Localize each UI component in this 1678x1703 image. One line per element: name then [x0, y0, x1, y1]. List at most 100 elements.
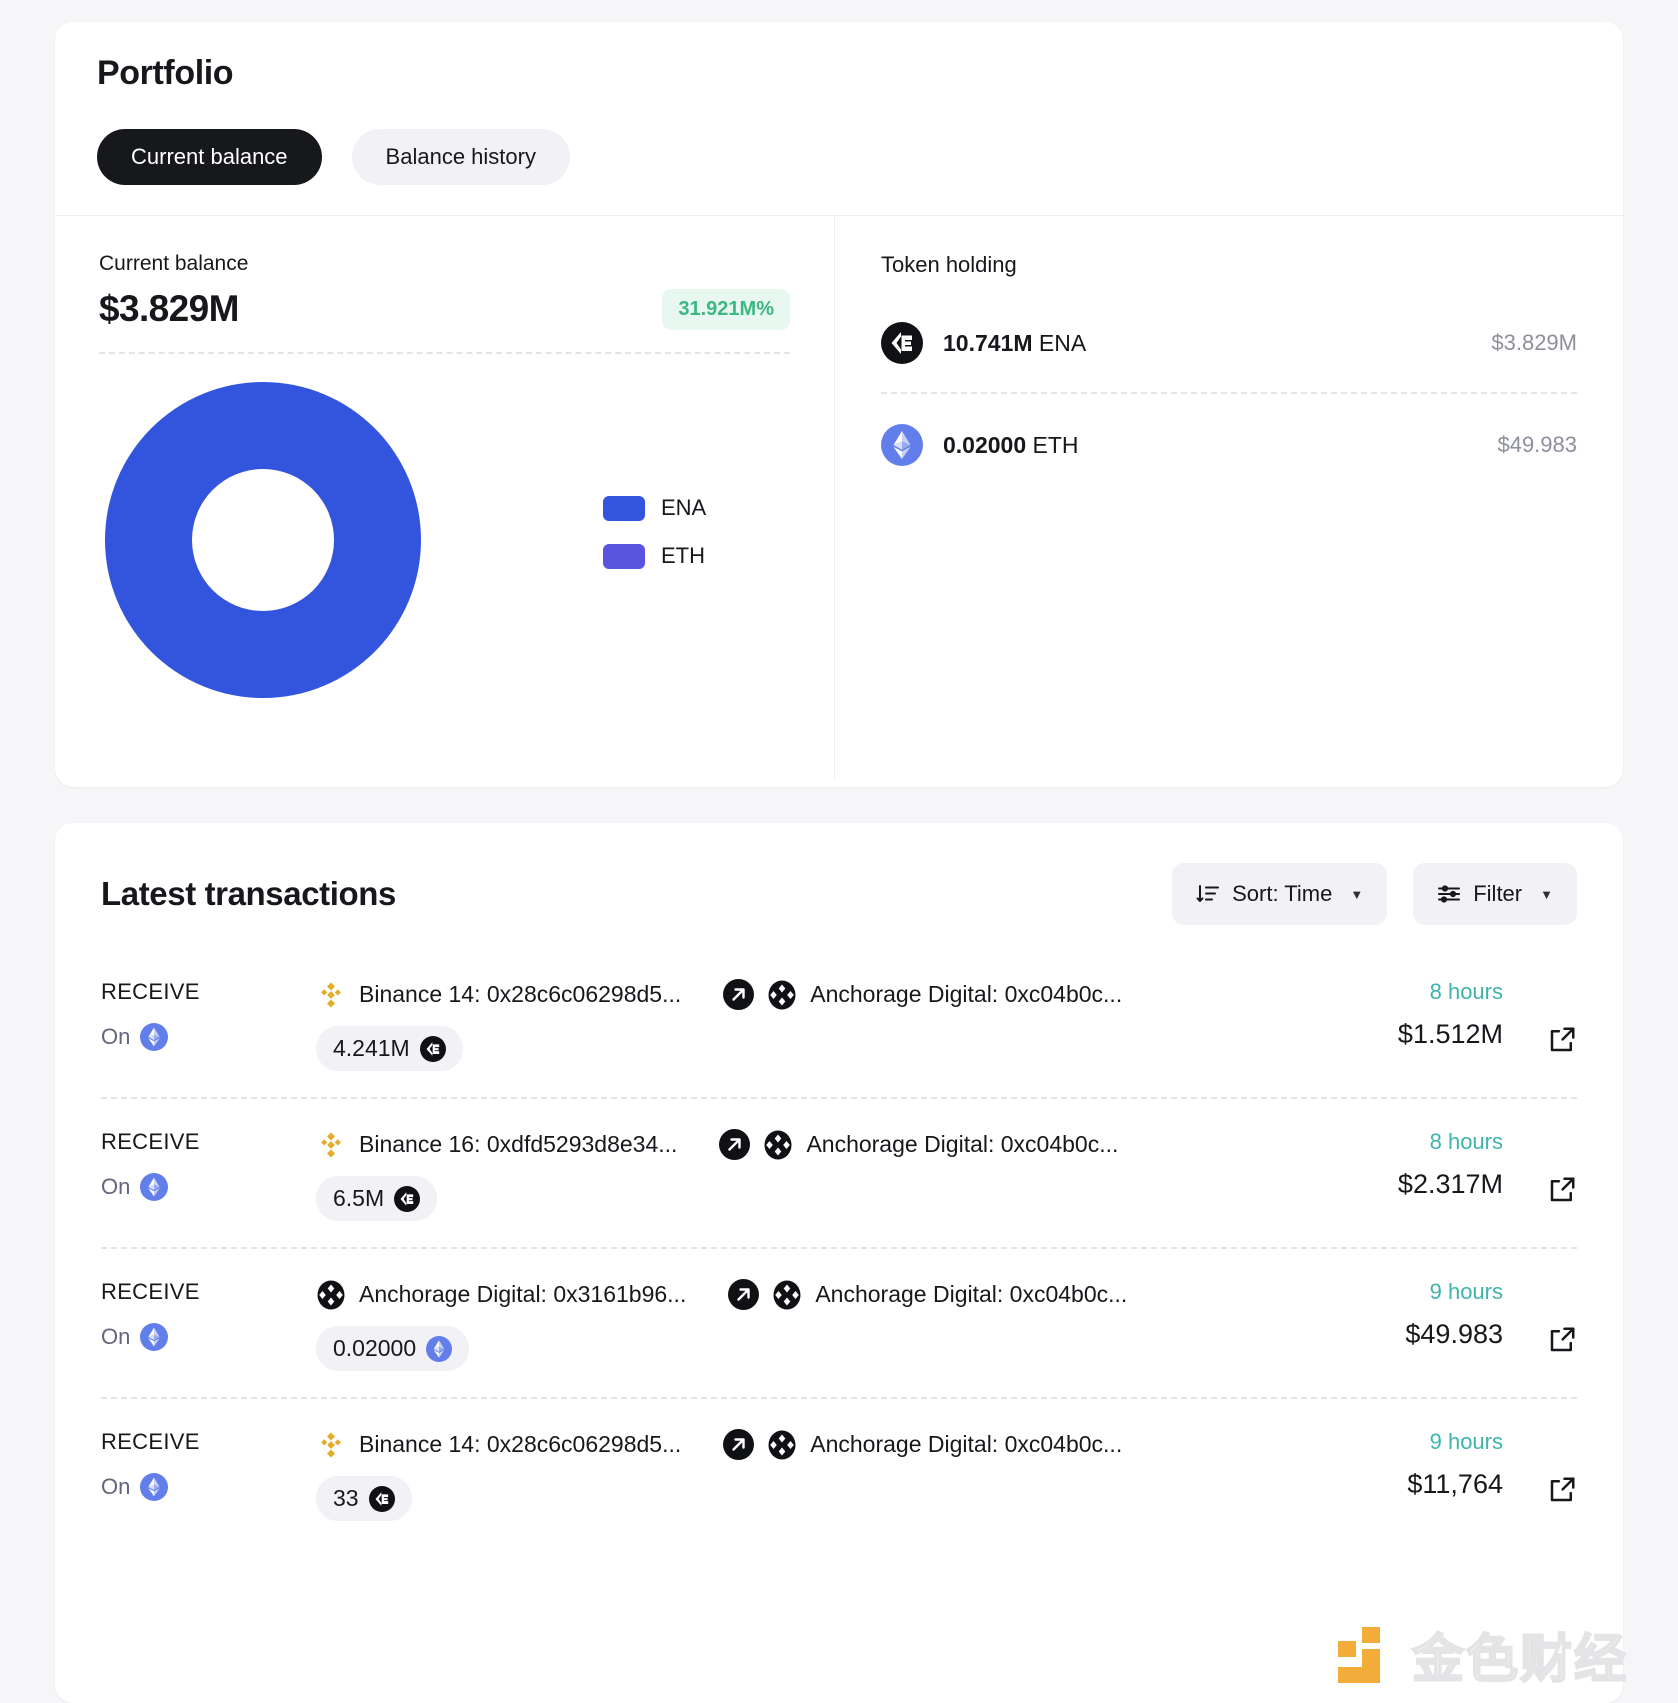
ethereum-icon	[140, 1473, 168, 1501]
token-holding-usd: $3.829M	[1491, 330, 1577, 356]
binance-icon	[316, 980, 346, 1010]
table-row[interactable]: RECEIVE On Binance 14: 0x28c6c06298d5... …	[101, 957, 1577, 1097]
sort-button[interactable]: Sort: Time ▼	[1172, 863, 1387, 925]
transaction-type-cell: RECEIVEOn	[101, 1129, 316, 1201]
transaction-flow-cell: Binance 14: 0x28c6c06298d5... Anchorage …	[316, 979, 1288, 1071]
ethereum-icon	[140, 1023, 168, 1051]
transactions-title: Latest transactions	[101, 875, 396, 913]
transaction-flow-cell: Binance 14: 0x28c6c06298d5... Anchorage …	[316, 1429, 1288, 1521]
transaction-amount-pill: 6.5M	[316, 1176, 437, 1221]
ena-token-icon	[420, 1036, 446, 1062]
transaction-usd-value: $1.512M	[1288, 1019, 1503, 1050]
transaction-amount-pill: 33	[316, 1476, 412, 1521]
current-balance-label: Current balance	[99, 252, 790, 276]
transactions-header: Latest transactions Sort: Time ▼	[101, 863, 1577, 925]
token-amount-value: 0.02000	[943, 432, 1026, 458]
transaction-amount: 4.241M	[333, 1035, 410, 1062]
token-holding-list: 10.741M ENA $3.829M	[881, 292, 1577, 494]
transactions-controls: Sort: Time ▼ Filter ▼	[1172, 863, 1577, 925]
table-row[interactable]: RECEIVEOn Binance 14: 0x28c6c06298d5... …	[101, 1397, 1577, 1547]
external-link-icon	[1547, 1325, 1577, 1355]
token-holding-row[interactable]: 0.02000 ETH $49.983	[881, 392, 1577, 494]
watermark-text: 金色财经	[1412, 1617, 1628, 1692]
ethereum-icon	[140, 1323, 168, 1351]
transaction-time: 8 hours	[1288, 979, 1503, 1005]
transaction-chain: On	[101, 1323, 316, 1351]
filter-button[interactable]: Filter ▼	[1413, 863, 1577, 925]
from-address[interactable]: Binance 14: 0x28c6c06298d5...	[359, 1431, 681, 1458]
ena-token-icon	[881, 322, 923, 364]
transaction-link-cell[interactable]	[1503, 979, 1577, 1055]
transactions-list: RECEIVE On Binance 14: 0x28c6c06298d5... …	[101, 957, 1577, 1547]
external-link-icon	[1547, 1475, 1577, 1505]
eth-token-icon	[426, 1336, 452, 1362]
transaction-addresses: Binance 14: 0x28c6c06298d5... Anchorage …	[316, 979, 1288, 1010]
tab-balance-history[interactable]: Balance history	[352, 129, 570, 185]
transaction-value-cell: 8 hours $1.512M	[1288, 979, 1503, 1050]
balance-row: $3.829M 31.921M%	[99, 288, 790, 330]
transaction-amount-pill: 0.02000	[316, 1326, 469, 1371]
portfolio-header: Portfolio Current balance Balance histor…	[55, 22, 1623, 215]
legend-swatch-eth	[603, 544, 645, 569]
tab-current-balance[interactable]: Current balance	[97, 129, 322, 185]
table-row[interactable]: RECEIVE On Anchorage Digital: 0x3161b96..…	[101, 1247, 1577, 1397]
ena-token-icon	[394, 1186, 420, 1212]
transaction-type-label: RECEIVE	[101, 979, 200, 1004]
binance-icon	[316, 1130, 346, 1160]
allocation-chart-area: ENA ETH	[99, 382, 790, 698]
legend-swatch-ena	[603, 496, 645, 521]
token-holding-title: Token holding	[881, 252, 1577, 278]
from-address[interactable]: Binance 16: 0xdfd5293d8e34...	[359, 1131, 677, 1158]
arrow-icon	[719, 1129, 750, 1160]
filter-label: Filter	[1473, 881, 1522, 907]
transaction-type-cell: RECEIVEOn	[101, 1429, 316, 1501]
chevron-down-icon: ▼	[1540, 887, 1553, 902]
token-holding-pane: Token holding 10.741M ENA	[835, 216, 1623, 779]
table-row[interactable]: RECEIVEOn Binance 16: 0xdfd5293d8e34... …	[101, 1097, 1577, 1247]
binance-icon	[316, 1430, 346, 1460]
balance-pane: Current balance $3.829M 31.921M% ENA	[55, 216, 834, 779]
token-holding-amount: 10.741M ENA	[943, 330, 1086, 357]
from-address[interactable]: Binance 14: 0x28c6c06298d5...	[359, 981, 681, 1008]
ethereum-icon	[140, 1173, 168, 1201]
on-label: On	[101, 1474, 130, 1500]
on-label: On	[101, 1024, 130, 1050]
transaction-type-label: RECEIVE	[101, 1129, 200, 1154]
to-address[interactable]: Anchorage Digital: 0xc04b0c...	[806, 1131, 1118, 1158]
transaction-amount: 6.5M	[333, 1185, 384, 1212]
transaction-chain: On	[101, 1023, 316, 1051]
ena-token-icon	[369, 1486, 395, 1512]
page-root: Portfolio Current balance Balance histor…	[0, 0, 1678, 1703]
token-holding-usd: $49.983	[1497, 432, 1577, 458]
eth-token-icon	[881, 424, 923, 466]
token-holding-row[interactable]: 10.741M ENA $3.829M	[881, 292, 1577, 392]
external-link-icon	[1547, 1025, 1577, 1055]
to-address[interactable]: Anchorage Digital: 0xc04b0c...	[810, 981, 1122, 1008]
anchorage-icon	[772, 1280, 802, 1310]
watermark-logo-icon	[1334, 1623, 1398, 1687]
portfolio-card: Portfolio Current balance Balance histor…	[55, 22, 1623, 787]
transaction-time: 8 hours	[1288, 1129, 1503, 1155]
to-address[interactable]: Anchorage Digital: 0xc04b0c...	[810, 1431, 1122, 1458]
filter-icon	[1437, 882, 1461, 906]
anchorage-icon	[316, 1280, 346, 1310]
transaction-type-label: RECEIVE	[101, 1279, 200, 1304]
token-amount-value: 10.741M	[943, 330, 1033, 356]
transaction-usd-value: $11,764	[1288, 1469, 1503, 1500]
transaction-usd-value: $49.983	[1288, 1319, 1503, 1350]
to-address[interactable]: Anchorage Digital: 0xc04b0c...	[815, 1281, 1127, 1308]
latest-transactions-card: Latest transactions Sort: Time ▼	[55, 823, 1623, 1703]
legend-item-ena: ENA	[603, 495, 706, 521]
transaction-addresses: Binance 14: 0x28c6c06298d5... Anchorage …	[316, 1429, 1288, 1460]
transaction-type-cell: RECEIVE On	[101, 1279, 316, 1351]
transaction-type-cell: RECEIVE On	[101, 979, 316, 1051]
transaction-link-cell[interactable]	[1503, 1279, 1577, 1355]
balance-divider	[99, 352, 790, 354]
transaction-link-cell[interactable]	[1503, 1429, 1577, 1505]
from-address[interactable]: Anchorage Digital: 0x3161b96...	[359, 1281, 686, 1308]
transaction-link-cell[interactable]	[1503, 1129, 1577, 1205]
transaction-addresses: Anchorage Digital: 0x3161b96... Anchorag…	[316, 1279, 1288, 1310]
transaction-value-cell: 9 hours$49.983	[1288, 1279, 1503, 1350]
balance-amount: $3.829M	[99, 288, 239, 330]
transaction-usd-value: $2.317M	[1288, 1169, 1503, 1200]
